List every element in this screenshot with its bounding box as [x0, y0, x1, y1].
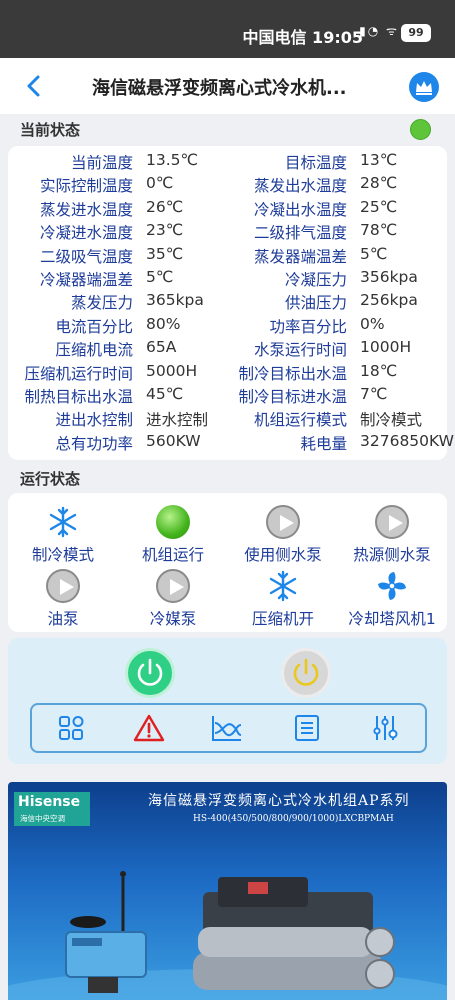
status-cooling-mode: 制冷模式 [8, 505, 118, 565]
status-icons: ▮◔ ᯤ [359, 24, 399, 38]
status-unit-running: 机组运行 [118, 505, 228, 565]
status-refrigerant-pump: 冷媒泵 [118, 569, 228, 629]
status-value: 1000H [360, 338, 412, 357]
status-label: 目标温度 [284, 154, 347, 172]
battery-icon: 99 [401, 24, 431, 42]
warning-icon[interactable] [132, 713, 166, 743]
status-heat-source-pump: 热源侧水泵 [337, 505, 447, 565]
status-value: 356kpa [360, 268, 418, 286]
page-title: 海信磁悬浮变频离心式冷水机... [92, 78, 347, 99]
status-value: 5℃ [360, 244, 388, 263]
current-status-card: 当前温度 13.5℃ 实际控制温度 0℃ 蒸发进水温度 26℃ 冷凝进水温度 23℃ 二级吸气温… [8, 146, 454, 460]
run-status-heading: 运行状态 [20, 470, 81, 488]
green-ball-icon [156, 505, 190, 539]
status-label: 冷凝出水温度 [253, 200, 347, 219]
status-label: 冷凝压力 [284, 271, 347, 289]
chart-icon[interactable] [210, 713, 244, 743]
snowflake-icon [46, 505, 80, 539]
power-on-button[interactable] [125, 648, 175, 698]
status-label: 制冷目标进水温 [238, 388, 347, 406]
status-oil-pump: 油泵 [8, 569, 118, 629]
play-gray-icon [46, 569, 80, 603]
hisense-logo: Hisense 海信中央空调 [14, 792, 90, 826]
title-bar: 海信磁悬浮变频离心式冷水机... [0, 58, 455, 114]
status-value: 78℃ [360, 221, 398, 240]
status-value: 25℃ [360, 197, 398, 216]
play-gray-icon [156, 569, 190, 603]
online-status-dot [410, 119, 431, 140]
back-arrow-icon[interactable] [20, 72, 48, 100]
status-label: 耗电量 [300, 434, 347, 453]
status-value: 28℃ [360, 174, 398, 193]
status-label: 功率百分比 [269, 317, 347, 336]
status-label: 水泵运行时间 [253, 341, 347, 360]
status-use-side-pump: 使用侧水泵 [228, 505, 338, 565]
chiller-machine-illustration [8, 871, 447, 1000]
settings-sliders-icon[interactable] [368, 713, 402, 743]
status-value: 13℃ [360, 151, 398, 169]
play-gray-icon [266, 505, 300, 539]
current-status-heading: 当前状态 [20, 121, 81, 139]
grid-icon[interactable] [54, 713, 88, 743]
status-value: 18℃ [360, 361, 398, 380]
list-icon[interactable] [290, 713, 324, 743]
system-status-bar: 中国电信 19:05 ▮◔ ᯤ 99 [0, 0, 455, 58]
status-label: 蒸发出水温度 [253, 177, 347, 196]
toolbar [30, 703, 427, 753]
fan-icon [375, 569, 409, 603]
status-label: 制冷目标出水温 [238, 364, 347, 383]
status-compressor-on: 压缩机开 [228, 569, 338, 629]
status-value: 256kpa [360, 291, 418, 310]
status-value: 3276850KW [360, 431, 454, 450]
status-label: 机组运行模式 [253, 411, 347, 430]
status-label: 供油压力 [284, 294, 347, 313]
power-off-button[interactable] [281, 648, 331, 698]
status-cooling-tower-fan-1: 冷却塔风机1 [337, 569, 447, 629]
status-label: 蒸发器端温差 [253, 247, 347, 266]
product-banner[interactable]: Hisense 海信中央空调 海信磁悬浮变频离心式冷水机组AP系列 HS-400… [8, 782, 447, 1000]
status-value: 制冷模式 [360, 411, 423, 430]
play-gray-icon [375, 505, 409, 539]
run-status-card: 制冷模式 机组运行 使用侧水泵 热源侧水泵 油泵 冷媒泵 压缩机开 冷却塔风机1 [8, 493, 447, 632]
banner-title: 海信磁悬浮变频离心式冷水机组AP系列 [148, 793, 410, 809]
status-label: 二级排气温度 [253, 224, 347, 243]
snowflake-icon [266, 569, 300, 603]
status-value: 7℃ [360, 385, 388, 403]
status-value: 0% [360, 314, 385, 333]
crown-icon[interactable] [409, 72, 439, 102]
carrier-time: 中国电信 19:05 [242, 28, 363, 47]
